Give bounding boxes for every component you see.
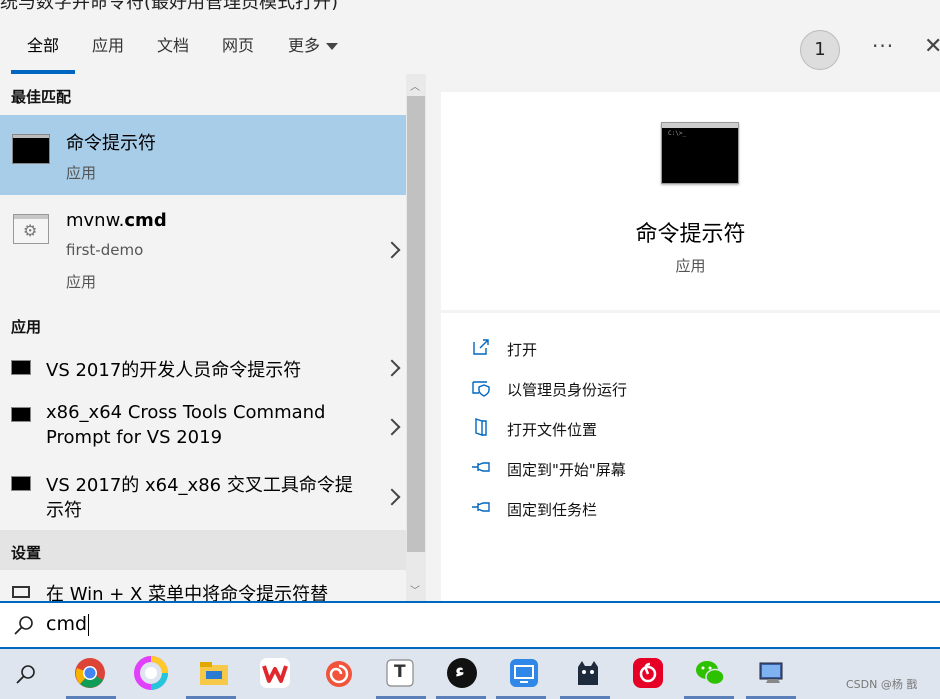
scroll-down-arrow-icon[interactable]: ﹀ bbox=[410, 582, 420, 597]
pin-icon bbox=[472, 502, 490, 512]
text-editor-icon[interactable]: T bbox=[382, 655, 418, 691]
results-list: 最佳匹配 命令提示符 应用 ⚙ mvnw.cmd first-demo 应用 应… bbox=[0, 74, 406, 601]
file-result-path: first-demo bbox=[66, 241, 144, 259]
tab-more-label: 更多 bbox=[288, 36, 321, 55]
tab-documents[interactable]: 文档 bbox=[157, 32, 189, 56]
search-icon bbox=[14, 616, 33, 635]
file-result-title-bold: cmd bbox=[124, 210, 167, 231]
action-open-file-location-label: 打开文件位置 bbox=[507, 421, 598, 439]
chevron-right-icon[interactable] bbox=[383, 488, 401, 506]
taskbar: T ء CSDN @杨 戬 bbox=[0, 649, 940, 699]
results-scrollbar[interactable]: ︿ ﹀ bbox=[406, 74, 426, 601]
action-pin-to-start-label: 固定到"开始"屏幕 bbox=[507, 461, 626, 479]
csdn-watermark: CSDN @杨 戬 bbox=[846, 678, 918, 691]
monitor-icon bbox=[12, 586, 30, 598]
command-prompt-icon bbox=[11, 407, 31, 422]
command-prompt-icon bbox=[11, 360, 31, 375]
typora-icon[interactable]: ء bbox=[444, 655, 480, 691]
swirl-app-icon[interactable] bbox=[321, 655, 357, 691]
more-options-button[interactable]: ··· bbox=[872, 34, 894, 58]
search-input[interactable]: cmd bbox=[46, 613, 90, 636]
file-location-icon bbox=[475, 418, 487, 436]
chevron-down-icon bbox=[326, 43, 339, 50]
settings-item-title: 在 Win + X 菜单中将命令提示符替 bbox=[46, 584, 329, 601]
app-item[interactable]: x86_x64 Cross Tools Command Prompt for V… bbox=[0, 394, 406, 456]
file-result-item[interactable]: ⚙ mvnw.cmd first-demo 应用 bbox=[0, 196, 406, 298]
search-header: 全部 应用 文档 网页 更多 1 ··· ✕ bbox=[0, 10, 940, 74]
chevron-right-icon[interactable] bbox=[383, 359, 401, 377]
window-title-partial: 统与数字并命令符(最好用管理员模式打开) bbox=[0, 0, 780, 10]
best-match-title: 命令提示符 bbox=[66, 133, 156, 154]
scroll-up-arrow-icon[interactable]: ︿ bbox=[410, 78, 420, 93]
tab-apps[interactable]: 应用 bbox=[92, 32, 124, 56]
section-best-match: 最佳匹配 bbox=[11, 88, 72, 106]
open-external-icon bbox=[473, 339, 489, 355]
detail-panel: C:\>_ 命令提示符 应用 打开 以管理员身份运行 打开文件位置 固定到"开始… bbox=[426, 74, 940, 601]
search-input-value: cmd bbox=[46, 613, 88, 635]
best-match-subtitle: 应用 bbox=[66, 164, 97, 182]
app-item-title-line2: 示符 bbox=[46, 500, 82, 521]
command-prompt-icon bbox=[11, 476, 31, 491]
best-match-item[interactable]: 命令提示符 应用 bbox=[0, 115, 406, 195]
action-pin-to-taskbar-label: 固定到任务栏 bbox=[507, 501, 598, 519]
chrome-icon[interactable] bbox=[72, 655, 108, 691]
settings-item[interactable]: 在 Win + X 菜单中将命令提示符替 bbox=[0, 574, 406, 601]
search-box[interactable]: cmd bbox=[0, 601, 940, 649]
app-item[interactable]: VS 2017的开发人员命令提示符 bbox=[0, 346, 406, 388]
detail-title: 命令提示符 bbox=[635, 222, 746, 247]
file-result-title-plain: mvnw. bbox=[66, 210, 125, 231]
detail-card: C:\>_ 命令提示符 应用 bbox=[441, 92, 940, 310]
top-right-strip bbox=[780, 0, 940, 10]
section-apps: 应用 bbox=[11, 318, 42, 336]
cat-app-icon[interactable] bbox=[570, 655, 606, 691]
command-prompt-icon bbox=[12, 134, 50, 164]
wechat-icon[interactable] bbox=[692, 655, 728, 691]
scroll-thumb[interactable] bbox=[407, 96, 425, 552]
file-result-title: mvnw.cmd bbox=[66, 210, 167, 231]
pin-icon bbox=[472, 462, 490, 472]
network-computer-icon[interactable] bbox=[754, 655, 790, 691]
typora-glyph: ء bbox=[455, 660, 465, 682]
taskbar-search-icon[interactable] bbox=[14, 663, 38, 687]
text-editor-glyph: T bbox=[394, 662, 406, 682]
file-result-type: 应用 bbox=[66, 273, 97, 291]
chevron-right-icon[interactable] bbox=[383, 418, 401, 436]
tab-all[interactable]: 全部 bbox=[27, 32, 59, 56]
window-title-text: 统与数字并命令符(最好用管理员模式打开) bbox=[0, 0, 338, 10]
netease-music-icon[interactable] bbox=[630, 655, 666, 691]
rewards-badge[interactable]: 1 bbox=[800, 30, 840, 70]
close-button[interactable]: ✕ bbox=[924, 34, 940, 59]
wps-office-icon[interactable] bbox=[257, 655, 293, 691]
action-run-as-admin-label: 以管理员身份运行 bbox=[507, 381, 628, 399]
colorful-app-icon[interactable] bbox=[133, 655, 169, 691]
shield-admin-icon bbox=[472, 381, 490, 397]
remote-desktop-icon[interactable] bbox=[506, 655, 542, 691]
tab-more[interactable]: 更多 bbox=[288, 32, 339, 56]
command-prompt-large-icon: C:\>_ bbox=[661, 122, 739, 184]
settings-section: 设置 bbox=[0, 530, 406, 570]
command-prompt-icon-caption: C:\>_ bbox=[668, 130, 687, 137]
text-caret bbox=[88, 613, 90, 636]
app-item-title-line2: Prompt for VS 2019 bbox=[46, 427, 223, 448]
tab-web[interactable]: 网页 bbox=[222, 32, 254, 56]
batch-file-icon: ⚙ bbox=[13, 214, 49, 244]
app-item-title: VS 2017的开发人员命令提示符 bbox=[46, 360, 302, 381]
section-settings: 设置 bbox=[11, 544, 42, 562]
detail-subtitle: 应用 bbox=[675, 257, 706, 275]
file-explorer-icon[interactable] bbox=[196, 655, 232, 691]
chevron-right-icon[interactable] bbox=[383, 241, 401, 259]
action-open-label: 打开 bbox=[507, 341, 538, 359]
actions-card: 打开 以管理员身份运行 打开文件位置 固定到"开始"屏幕 固定到任务栏 bbox=[441, 313, 940, 601]
app-item-title-line1: x86_x64 Cross Tools Command bbox=[46, 402, 326, 423]
app-item-title-line1: VS 2017的 x64_x86 交叉工具命令提 bbox=[46, 475, 353, 496]
app-item[interactable]: VS 2017的 x64_x86 交叉工具命令提 示符 bbox=[0, 464, 406, 526]
